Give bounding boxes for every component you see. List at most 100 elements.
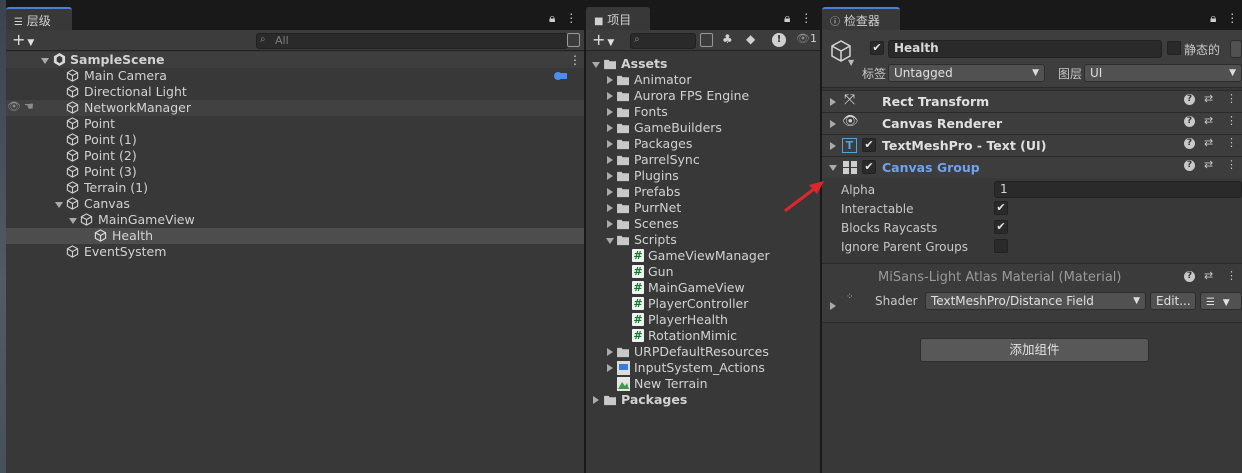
hierarchy-search-input[interactable]: All bbox=[256, 33, 568, 49]
lock-icon[interactable]: 🔒︎ bbox=[1210, 11, 1216, 25]
hierarchy-item[interactable]: Point (1) bbox=[6, 132, 584, 148]
visibility-eye-icon[interactable]: 👁︎ bbox=[7, 100, 21, 113]
help-icon[interactable]: ? bbox=[1184, 160, 1195, 171]
help-icon[interactable]: ? bbox=[1184, 271, 1195, 282]
expand-arrow-icon[interactable] bbox=[55, 202, 63, 208]
more-menu-icon[interactable]: ⋮ bbox=[1226, 136, 1237, 149]
hierarchy-item[interactable]: Main Camera bbox=[6, 68, 584, 84]
hierarchy-item[interactable]: 👁︎ ☚ NetworkManager bbox=[6, 100, 584, 116]
scene-row[interactable]: SampleScene ⋮ bbox=[6, 52, 584, 68]
tab-project[interactable]: ■ 项目 bbox=[586, 7, 650, 30]
add-component-button[interactable]: 添加组件 bbox=[920, 338, 1149, 362]
expand-arrow-icon[interactable] bbox=[607, 108, 613, 116]
expand-arrow-icon[interactable] bbox=[607, 92, 613, 100]
expand-arrow-icon[interactable] bbox=[607, 364, 613, 372]
expand-arrow-icon[interactable] bbox=[607, 188, 613, 196]
more-menu-icon[interactable]: ⋮ bbox=[800, 11, 812, 25]
component-enabled-checkbox[interactable]: ✔ bbox=[862, 160, 876, 174]
hidden-packages-icon[interactable]: 👁︎1 bbox=[796, 32, 817, 45]
hierarchy-item[interactable]: Directional Light bbox=[6, 84, 584, 100]
presets-icon[interactable]: ⇄ bbox=[1204, 92, 1213, 105]
alpha-field[interactable]: 1 bbox=[994, 181, 1242, 198]
expand-arrow-icon[interactable] bbox=[69, 218, 77, 224]
scene-search-icon[interactable] bbox=[567, 33, 580, 47]
lock-icon[interactable]: 🔒︎ bbox=[784, 11, 790, 25]
help-icon[interactable]: ? bbox=[1184, 116, 1195, 127]
project-tree-item[interactable]: Scenes bbox=[586, 216, 820, 232]
expand-arrow-icon[interactable] bbox=[607, 124, 613, 132]
static-dropdown[interactable] bbox=[1230, 40, 1242, 58]
component-textmeshpro[interactable]: T ✔ TextMeshPro - Text (UI) ? ⇄ ⋮ bbox=[822, 134, 1242, 156]
expand-arrow-icon[interactable] bbox=[830, 142, 836, 150]
layer-dropdown[interactable]: UI ▼ bbox=[1084, 64, 1242, 82]
shader-dropdown[interactable]: TextMeshPro/Distance Field ▼ bbox=[925, 292, 1146, 310]
more-menu-icon[interactable]: ⋮ bbox=[569, 53, 581, 67]
pickable-hand-icon[interactable]: ☚ bbox=[24, 100, 34, 113]
more-menu-icon[interactable]: ⋮ bbox=[1226, 92, 1237, 105]
project-tree-item[interactable]: InputSystem_Actions bbox=[586, 360, 820, 376]
search-by-type-icon[interactable] bbox=[700, 33, 713, 47]
presets-icon[interactable]: ⇄ bbox=[1204, 158, 1213, 171]
expand-arrow-icon[interactable] bbox=[607, 156, 613, 164]
project-tree-item[interactable]: Fonts bbox=[586, 104, 820, 120]
component-rect-transform[interactable]: ⤧ Rect Transform ? ⇄ ⋮ bbox=[822, 90, 1242, 112]
expand-arrow-icon[interactable] bbox=[593, 396, 599, 404]
project-tree-item[interactable]: ParrelSync bbox=[586, 152, 820, 168]
expand-arrow-icon[interactable] bbox=[41, 58, 49, 64]
project-tree-item[interactable]: Animator bbox=[586, 72, 820, 88]
expand-arrow-icon[interactable] bbox=[830, 98, 836, 106]
static-checkbox[interactable] bbox=[1167, 41, 1181, 55]
project-tree-item[interactable]: Scripts bbox=[586, 232, 820, 248]
presets-icon[interactable]: ⇄ bbox=[1204, 114, 1213, 127]
lock-icon[interactable]: 🔒︎ bbox=[549, 11, 555, 25]
create-asset-button[interactable]: + ▼ bbox=[592, 31, 614, 52]
hierarchy-item[interactable]: Point (3) bbox=[6, 164, 584, 180]
help-icon[interactable]: ? bbox=[1184, 94, 1195, 105]
project-tree-item[interactable]: Packages bbox=[586, 136, 820, 152]
tag-dropdown[interactable]: Untagged ▼ bbox=[888, 64, 1045, 82]
project-tree-item[interactable]: # RotationMimic bbox=[586, 328, 820, 344]
hierarchy-item[interactable]: EventSystem bbox=[6, 244, 584, 260]
help-icon[interactable]: ? bbox=[1184, 138, 1195, 149]
expand-arrow-icon[interactable] bbox=[607, 220, 613, 228]
expand-arrow-icon[interactable] bbox=[607, 140, 613, 148]
project-tree-item[interactable]: GameBuilders bbox=[586, 120, 820, 136]
expand-arrow-icon[interactable] bbox=[830, 302, 836, 310]
shader-options-button[interactable]: ☰ ▼ bbox=[1200, 292, 1242, 310]
project-tree-item[interactable]: Assets bbox=[586, 56, 820, 72]
expand-arrow-icon[interactable] bbox=[607, 76, 613, 84]
blocks-raycasts-checkbox[interactable]: ✔ bbox=[994, 220, 1008, 234]
hierarchy-item[interactable]: Point (2) bbox=[6, 148, 584, 164]
more-menu-icon[interactable]: ⋮ bbox=[1226, 114, 1237, 127]
expand-arrow-icon[interactable] bbox=[607, 172, 613, 180]
interactable-checkbox[interactable]: ✔ bbox=[994, 201, 1008, 215]
filter-by-type-icon[interactable]: ♣ bbox=[722, 32, 733, 46]
shader-edit-button[interactable]: Edit... bbox=[1150, 292, 1196, 310]
project-tree-item[interactable]: # GameViewManager bbox=[586, 248, 820, 264]
more-menu-icon[interactable]: ⋮ bbox=[1226, 11, 1238, 25]
project-tree-item[interactable]: # MainGameView bbox=[586, 280, 820, 296]
object-name-field[interactable]: Health bbox=[888, 40, 1162, 58]
expand-arrow-icon[interactable] bbox=[606, 238, 614, 244]
more-menu-icon[interactable]: ⋮ bbox=[1226, 269, 1237, 282]
expand-arrow-icon[interactable] bbox=[607, 348, 613, 356]
project-tree-item[interactable]: Packages bbox=[586, 392, 820, 408]
presets-icon[interactable]: ⇄ bbox=[1204, 136, 1213, 149]
project-tree-item[interactable]: New Terrain bbox=[586, 376, 820, 392]
chevron-down-icon[interactable]: ▼ bbox=[848, 58, 854, 67]
info-icon[interactable]: ! bbox=[772, 33, 786, 47]
filter-by-label-icon[interactable]: ◆ bbox=[746, 32, 755, 46]
component-enabled-checkbox[interactable]: ✔ bbox=[862, 138, 876, 152]
expand-arrow-icon[interactable] bbox=[592, 62, 600, 68]
project-tree-item[interactable]: # Gun bbox=[586, 264, 820, 280]
more-menu-icon[interactable]: ⋮ bbox=[1226, 158, 1237, 171]
active-toggle-checkbox[interactable]: ✔ bbox=[870, 41, 884, 55]
hierarchy-item[interactable]: Point bbox=[6, 116, 584, 132]
project-search-input[interactable] bbox=[630, 33, 696, 49]
tab-hierarchy[interactable]: ☰ 层级 bbox=[6, 7, 72, 30]
hierarchy-item[interactable]: MainGameView bbox=[6, 212, 584, 228]
expand-arrow-icon[interactable] bbox=[830, 120, 836, 128]
hierarchy-item[interactable]: Terrain (1) bbox=[6, 180, 584, 196]
project-tree-item[interactable]: Aurora FPS Engine bbox=[586, 88, 820, 104]
more-menu-icon[interactable]: ⋮ bbox=[565, 11, 577, 25]
